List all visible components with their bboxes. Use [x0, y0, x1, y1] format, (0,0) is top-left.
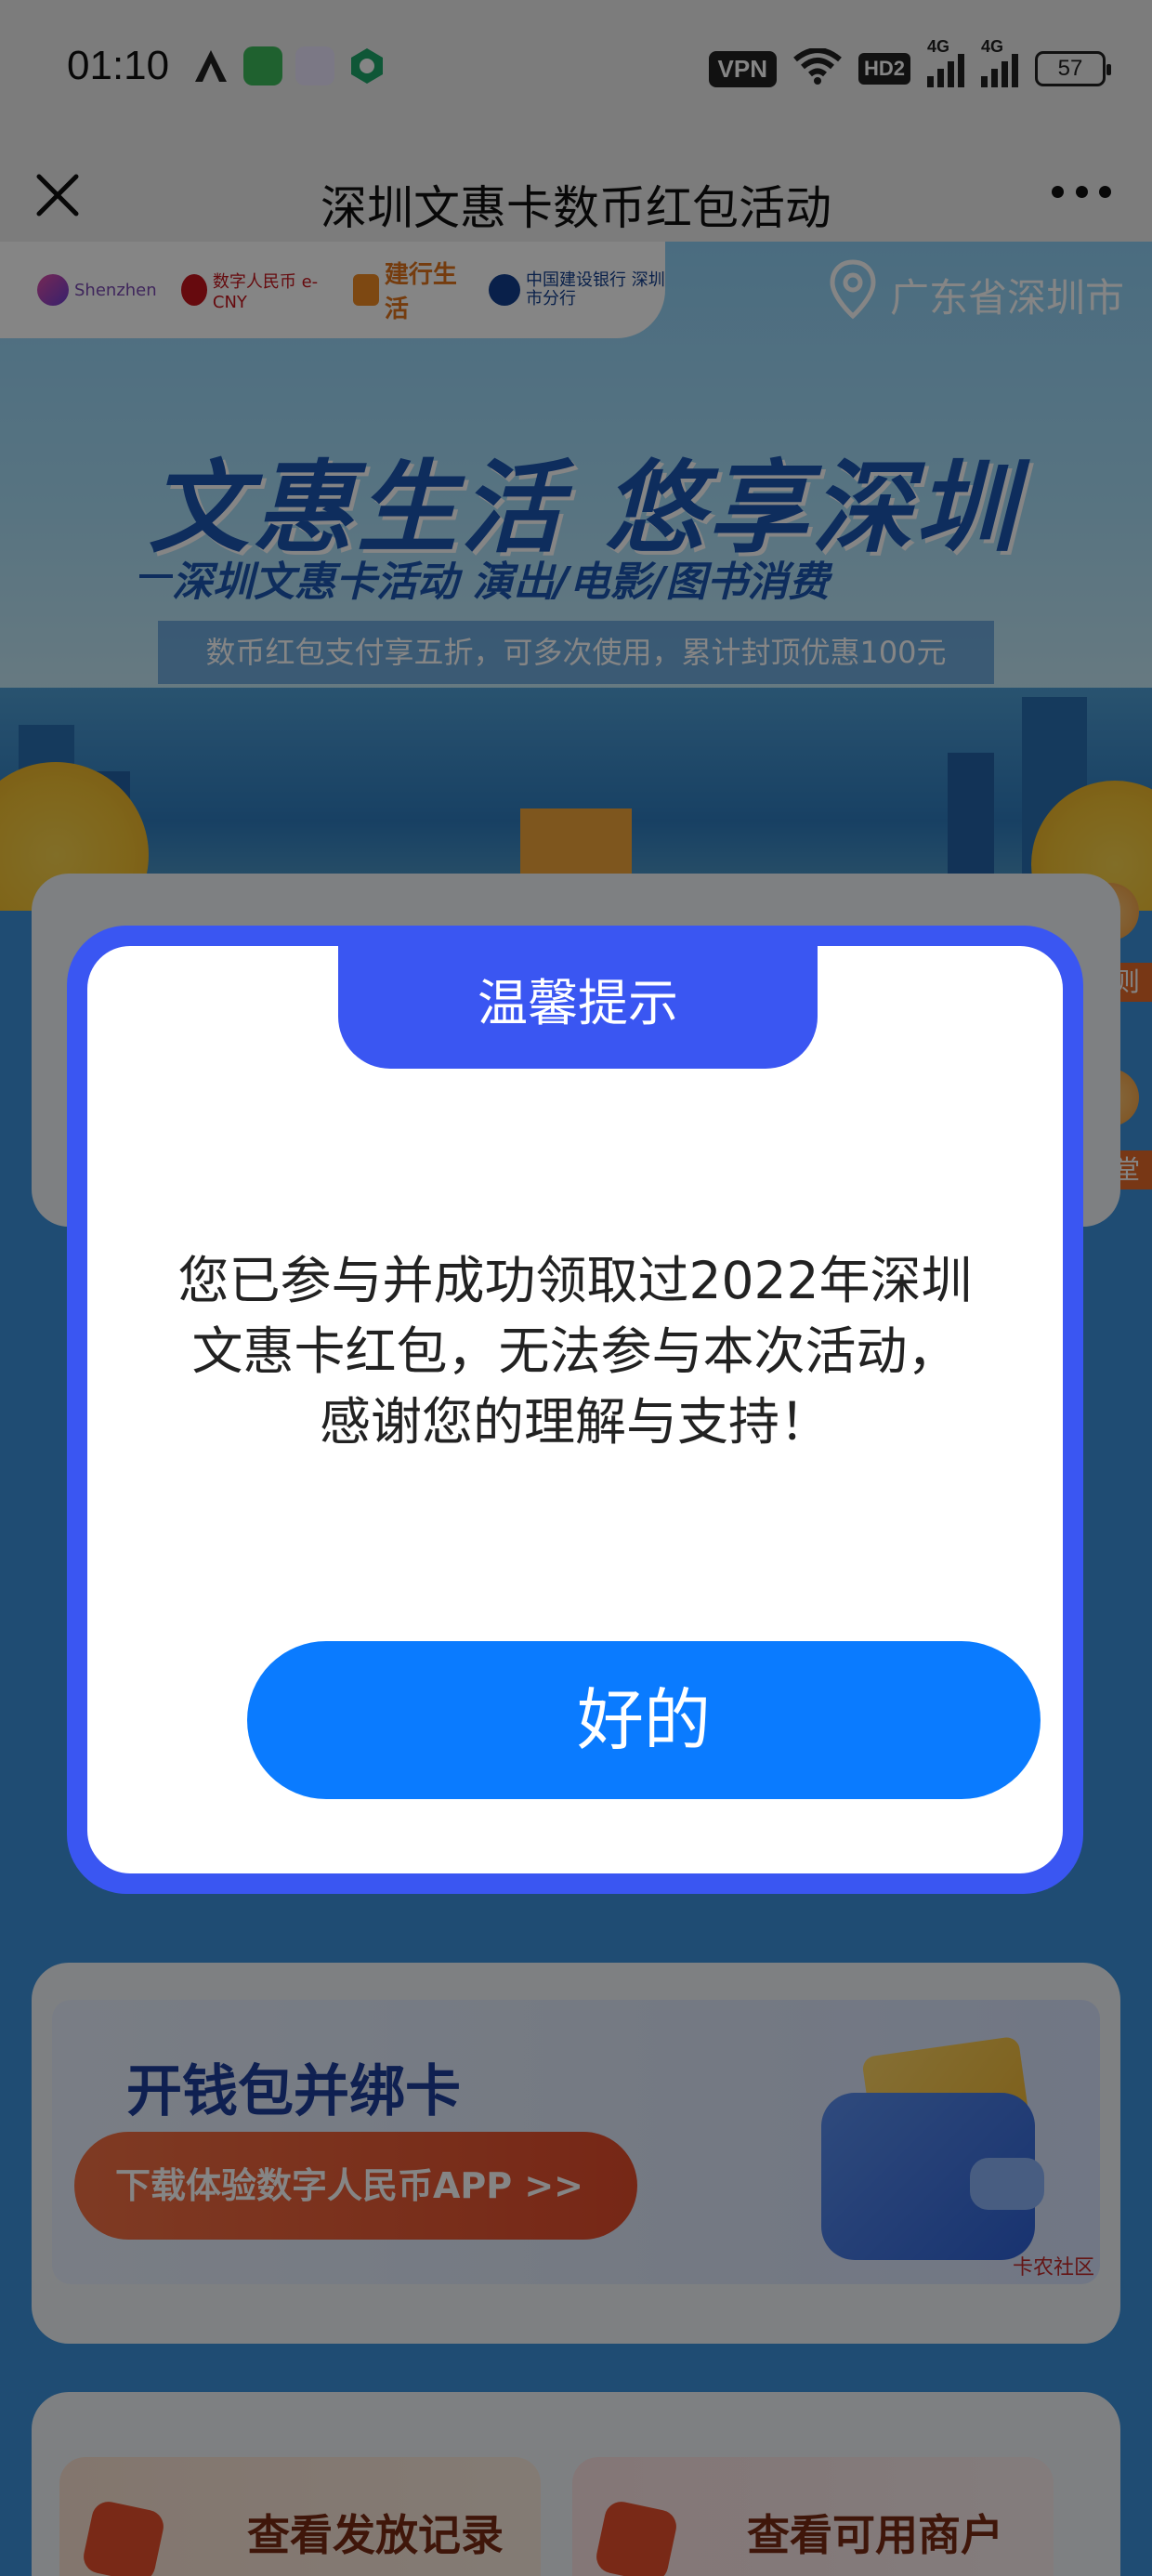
dialog-title: 温馨提示 — [338, 942, 818, 1069]
dialog-body: 温馨提示 您已参与并成功领取过2022年深圳文惠卡红包，无法参与本次活动，感谢您… — [87, 942, 1063, 1873]
ok-button[interactable]: 好的 — [247, 1641, 1041, 1799]
notice-dialog: 温馨提示 您已参与并成功领取过2022年深圳文惠卡红包，无法参与本次活动，感谢您… — [67, 926, 1083, 1894]
dialog-message: 您已参与并成功领取过2022年深圳文惠卡红包，无法参与本次活动，感谢您的理解与支… — [177, 1251, 973, 1452]
